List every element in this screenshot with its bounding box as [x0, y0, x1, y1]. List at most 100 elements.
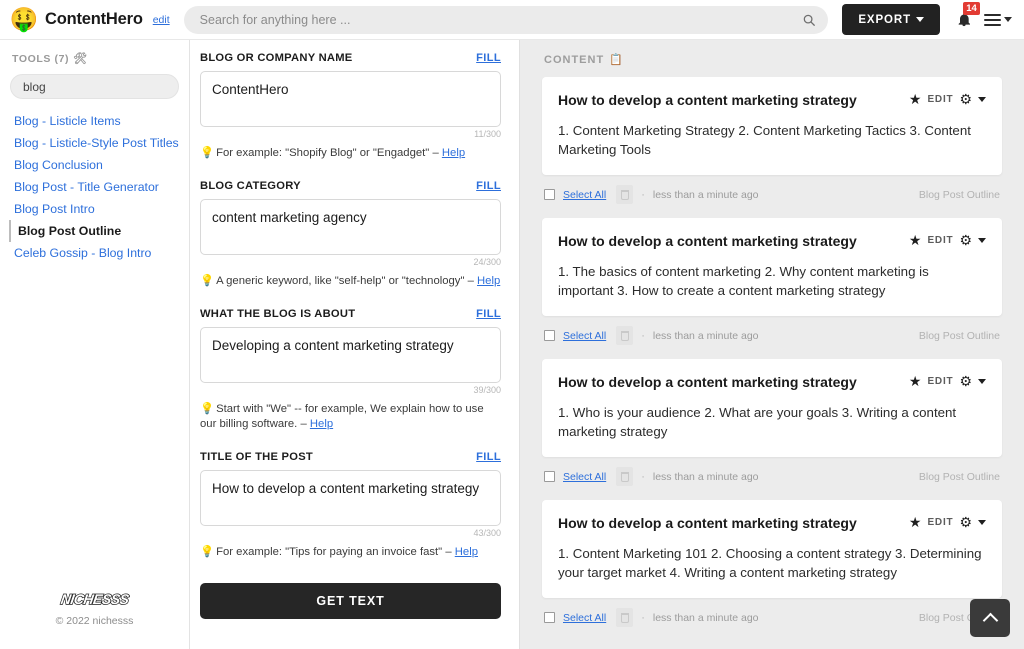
separator-dot: ·: [641, 188, 645, 201]
sidebar-item-celeb-gossip-blog-intro[interactable]: Celeb Gossip - Blog Intro: [10, 242, 179, 264]
card-actions: ★ EDIT ⚙: [909, 91, 986, 106]
field-what-the-blog-is-about: WHAT THE BLOG IS ABOUT FILL 39/300 💡Star…: [200, 308, 501, 432]
field-title-of-the-post: TITLE OF THE POST FILL 43/300 💡For examp…: [200, 451, 501, 560]
timestamp: less than a minute ago: [652, 470, 759, 483]
select-all-link[interactable]: Select All: [563, 612, 606, 624]
lightbulb-icon: 💡: [200, 147, 215, 159]
top-header: 🤑 ContentHero edit EXPORT 14: [0, 0, 1024, 40]
select-all-link[interactable]: Select All: [563, 189, 606, 201]
select-all-checkbox[interactable]: [544, 189, 555, 200]
field-hint: 💡 For example: "Shopify Blog" or "Engadge…: [200, 146, 501, 161]
select-all-checkbox[interactable]: [544, 330, 555, 341]
blog-or-company-name-input[interactable]: [200, 71, 501, 127]
sidebar-item-blog-listicle-items[interactable]: Blog - Listicle Items: [10, 110, 179, 132]
timestamp: less than a minute ago: [652, 188, 759, 201]
card-actions: ★ EDIT ⚙: [909, 514, 986, 529]
star-icon[interactable]: ★: [909, 233, 922, 247]
search-input[interactable]: [183, 5, 829, 34]
gear-icon[interactable]: ⚙: [959, 233, 972, 247]
timestamp: less than a minute ago: [652, 611, 759, 624]
card-body: 1. Content Marketing 101 2. Choosing a c…: [558, 546, 982, 580]
select-all-link[interactable]: Select All: [563, 330, 606, 342]
edit-button[interactable]: EDIT: [927, 235, 953, 246]
title-of-the-post-input[interactable]: [200, 470, 501, 526]
hint-text: For example: "Shopify Blog" or "Engadget…: [216, 147, 442, 159]
card-body: 1. Content Marketing Strategy 2. Content…: [558, 123, 971, 157]
help-link[interactable]: Help: [442, 147, 465, 159]
separator-dot: ·: [641, 329, 645, 342]
card-header: How to develop a content marketing strat…: [558, 514, 986, 533]
export-button[interactable]: EXPORT: [842, 4, 940, 35]
copyright-text: © 2022 nichesss: [55, 615, 134, 627]
field-label: WHAT THE BLOG IS ABOUT: [200, 308, 356, 320]
star-icon[interactable]: ★: [909, 515, 922, 529]
field-label: BLOG CATEGORY: [200, 180, 301, 192]
star-icon[interactable]: ★: [909, 92, 922, 106]
select-all-checkbox[interactable]: [544, 612, 555, 623]
chevron-down-icon[interactable]: [978, 237, 986, 243]
gear-icon[interactable]: ⚙: [959, 515, 972, 529]
delete-button[interactable]: [616, 467, 634, 486]
gear-icon[interactable]: ⚙: [959, 374, 972, 388]
chevron-down-icon[interactable]: [978, 519, 986, 525]
brand[interactable]: 🤑 ContentHero edit: [10, 6, 170, 34]
blog-category-input[interactable]: [200, 199, 501, 255]
search-icon[interactable]: [802, 13, 816, 27]
tool-filter-input[interactable]: [10, 74, 179, 99]
card-title: How to develop a content marketing strat…: [558, 233, 857, 249]
scroll-to-top-button[interactable]: [970, 599, 1010, 637]
fill-link[interactable]: FILL: [476, 451, 501, 463]
card-header: How to develop a content marketing strat…: [558, 91, 986, 110]
field-hint: 💡 For example: "Tips for paying an invoic…: [200, 545, 501, 560]
card-header: How to develop a content marketing strat…: [558, 373, 986, 392]
delete-button[interactable]: [616, 326, 634, 345]
field-hint: 💡 Start with "We" -- for example, We expl…: [200, 402, 501, 432]
help-link[interactable]: Help: [477, 275, 500, 287]
star-icon[interactable]: ★: [909, 374, 922, 388]
main-menu-button[interactable]: [984, 13, 1012, 26]
card-actions: ★ EDIT ⚙: [909, 373, 986, 388]
fill-link[interactable]: FILL: [476, 180, 501, 192]
what-the-blog-is-about-input[interactable]: [200, 327, 501, 383]
gear-icon[interactable]: ⚙: [959, 92, 972, 106]
select-all-checkbox[interactable]: [544, 471, 555, 482]
edit-button[interactable]: EDIT: [927, 94, 953, 105]
chevron-down-icon[interactable]: [978, 96, 986, 102]
card-title: How to develop a content marketing strat…: [558, 92, 857, 108]
clipboard-icon: 📋: [609, 54, 624, 66]
help-link[interactable]: Help: [455, 546, 478, 558]
lightbulb-icon: 💡: [200, 546, 215, 558]
edit-button[interactable]: EDIT: [927, 376, 953, 387]
field-header: TITLE OF THE POST FILL: [200, 451, 501, 463]
chevron-down-icon[interactable]: [978, 378, 986, 384]
delete-button[interactable]: [616, 608, 634, 627]
edit-button[interactable]: EDIT: [927, 517, 953, 528]
content-card: How to develop a content marketing strat…: [542, 218, 1002, 316]
tools-heading-label: TOOLS (7): [12, 52, 70, 65]
notifications-button[interactable]: 14: [956, 2, 980, 28]
delete-button[interactable]: [616, 185, 634, 204]
content-panel[interactable]: CONTENT 📋 How to develop a content marke…: [520, 40, 1024, 649]
app-root: 🤑 ContentHero edit EXPORT 14: [0, 0, 1024, 649]
sidebar-item-blog-listicle-style-post-titles[interactable]: Blog - Listicle-Style Post Titles: [10, 132, 179, 154]
select-all-link[interactable]: Select All: [563, 471, 606, 483]
export-button-label: EXPORT: [858, 13, 911, 26]
sidebar-item-blog-post-intro[interactable]: Blog Post Intro: [10, 198, 179, 220]
tool-form-panel[interactable]: BLOG OR COMPANY NAME FILL 11/300 💡For ex…: [190, 40, 520, 649]
sidebar-item-blog-post-outline[interactable]: Blog Post Outline: [9, 220, 179, 242]
money-mouth-face-logo-icon: 🤑: [9, 6, 39, 32]
fill-link[interactable]: FILL: [476, 308, 501, 320]
field-header: WHAT THE BLOG IS ABOUT FILL: [200, 308, 501, 320]
fill-link[interactable]: FILL: [476, 52, 501, 64]
help-link[interactable]: Help: [310, 418, 333, 430]
card-body: 1. The basics of content marketing 2. Wh…: [558, 264, 929, 298]
hamburger-menu-icon: [984, 13, 1001, 26]
tools-heading: TOOLS (7) 🛠: [10, 52, 179, 66]
brand-edit-link[interactable]: edit: [153, 14, 170, 26]
sidebar-item-blog-post-title-generator[interactable]: Blog Post - Title Generator: [10, 176, 179, 198]
get-text-button[interactable]: GET TEXT: [200, 583, 501, 619]
sidebar-item-blog-conclusion[interactable]: Blog Conclusion: [10, 154, 179, 176]
chevron-down-icon: [916, 17, 924, 22]
tool-tag: Blog Post Outline: [918, 470, 1000, 483]
chevron-up-icon: [982, 612, 998, 628]
